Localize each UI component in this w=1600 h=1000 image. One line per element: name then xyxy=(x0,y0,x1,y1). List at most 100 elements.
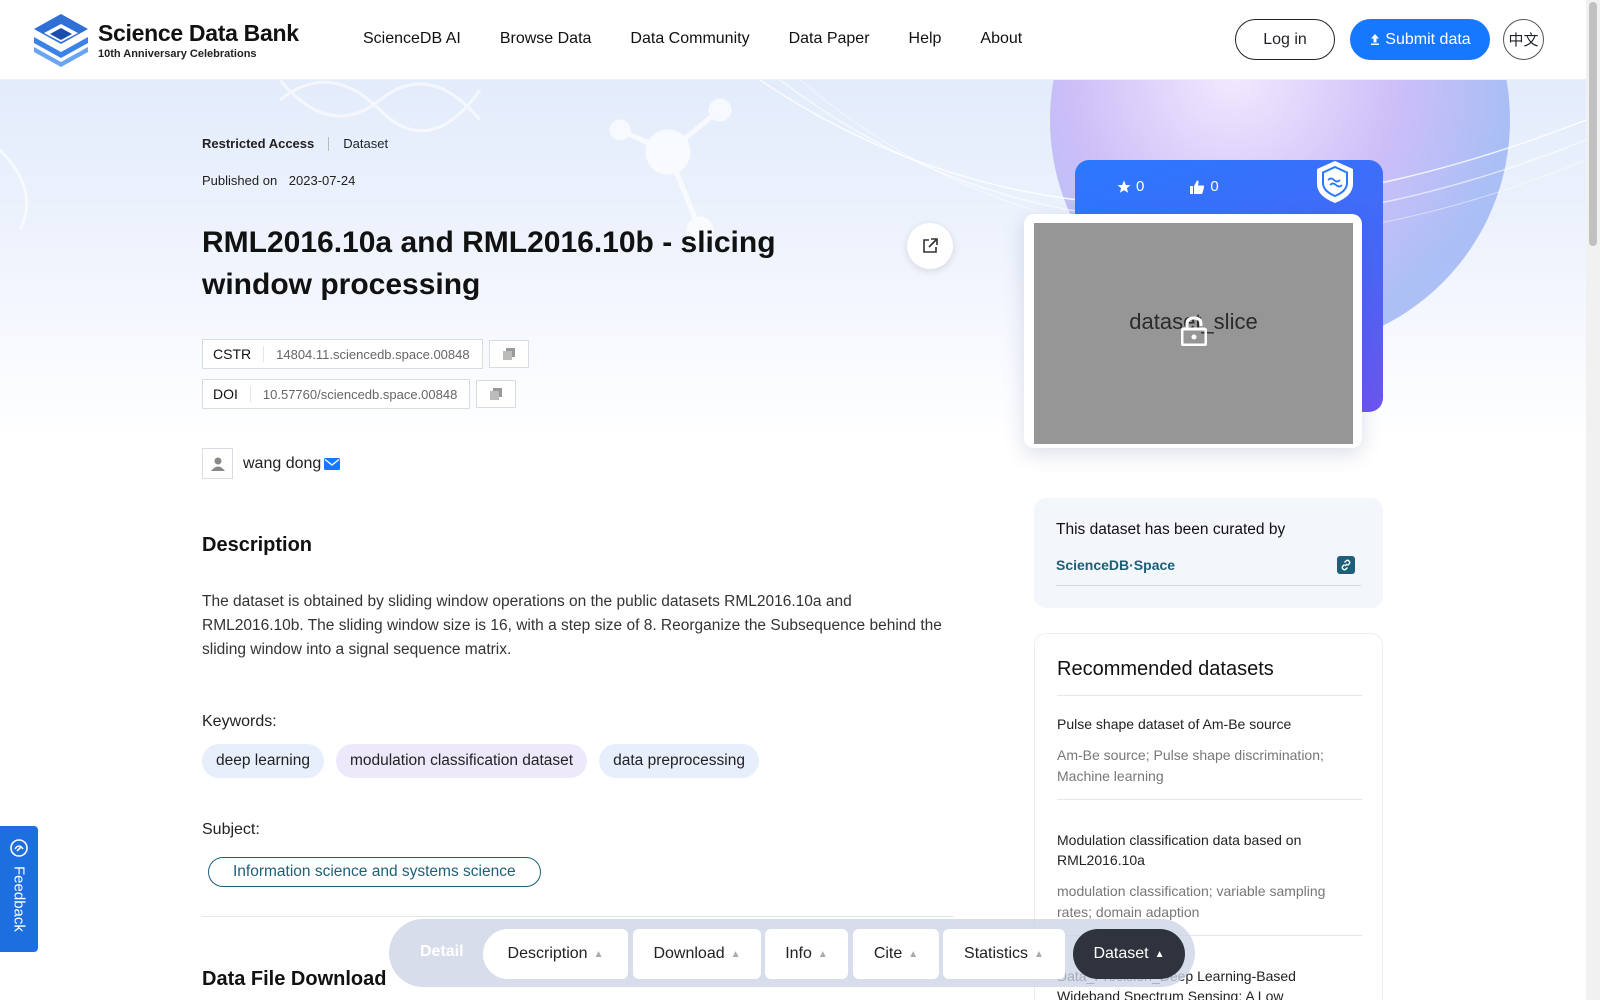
subject-label: Subject: xyxy=(202,821,260,838)
author-name[interactable]: wang dong xyxy=(243,455,321,473)
feedback-label: Feedback xyxy=(10,866,28,932)
mail-icon[interactable] xyxy=(324,457,341,470)
recommended-item-keywords: modulation classification; variable samp… xyxy=(1057,883,1326,920)
keyword-tag[interactable]: deep learning xyxy=(202,744,324,778)
dataset-cover-card[interactable]: dataset_slice xyxy=(1024,214,1362,448)
chevron-up-icon: ▲ xyxy=(908,948,919,960)
description-text: The dataset is obtained by sliding windo… xyxy=(202,593,942,658)
recommended-item[interactable]: Pulse shape dataset of Am-Be source Am-B… xyxy=(1057,714,1362,800)
main-nav: ScienceDB AI Browse Data Data Community … xyxy=(363,30,1022,48)
section-navigation-bar: Detail Description ▲ Download ▲ Info ▲ Cite… xyxy=(389,919,1195,987)
tab-label: Statistics xyxy=(964,945,1029,962)
page-scrollbar[interactable] xyxy=(1586,0,1600,1000)
star-icon xyxy=(1117,180,1131,193)
recommended-divider xyxy=(1057,695,1362,696)
detail-label: Detail xyxy=(420,943,464,960)
cstr-value[interactable]: 14804.11.sciencedb.space.00848 xyxy=(264,347,481,362)
tab-label: Description xyxy=(507,945,588,962)
logo-title: Science Data Bank xyxy=(98,20,299,46)
author-avatar xyxy=(202,448,233,479)
science-data-bank-logo-icon xyxy=(34,14,88,67)
share-button[interactable] xyxy=(907,223,953,269)
feedback-icon xyxy=(10,839,28,857)
copy-icon xyxy=(502,348,515,360)
scrollbar-thumb[interactable] xyxy=(1589,2,1597,246)
doi-row: DOI 10.57760/sciencedb.space.00848 xyxy=(202,379,517,409)
favorite-count[interactable]: 0 xyxy=(1117,178,1144,195)
data-file-download-heading: Data File Download xyxy=(202,968,387,990)
recommended-item-keywords: Am-Be source; Pulse shape discrimination… xyxy=(1057,747,1324,784)
logo-subtitle: 10th Anniversary Celebrations xyxy=(98,48,257,60)
meta-divider xyxy=(328,136,330,151)
tab-description[interactable]: Description ▲ xyxy=(483,929,628,979)
nav-about[interactable]: About xyxy=(980,30,1022,48)
dataset-page: Restricted Access Dataset Published on 2… xyxy=(0,80,1586,1000)
language-switch-button[interactable]: 中文 xyxy=(1503,19,1544,60)
copy-doi-button[interactable] xyxy=(476,380,517,408)
subject-tag[interactable]: Information science and systems science xyxy=(208,857,541,887)
login-button[interactable]: Log in xyxy=(1235,19,1335,60)
access-meta: Restricted Access Dataset xyxy=(202,136,388,151)
chevron-up-icon: ▲ xyxy=(1154,948,1165,960)
tab-download[interactable]: Download ▲ xyxy=(633,929,761,979)
cstr-field: CSTR 14804.11.sciencedb.space.00848 xyxy=(202,339,483,369)
tab-label: Info xyxy=(785,945,812,962)
top-navigation-bar: Science Data Bank 10th Anniversary Celeb… xyxy=(0,0,1586,80)
submit-data-label: Submit data xyxy=(1385,30,1471,48)
doi-label: DOI xyxy=(203,386,251,402)
tab-info[interactable]: Info ▲ xyxy=(765,929,848,979)
nav-help[interactable]: Help xyxy=(909,30,942,48)
keyword-tag[interactable]: modulation classification dataset xyxy=(335,744,588,778)
recommended-item-title[interactable]: Pulse shape dataset of Am-Be source xyxy=(1057,714,1362,734)
keyword-tag[interactable]: data preprocessing xyxy=(599,744,759,778)
copy-cstr-button[interactable] xyxy=(488,340,529,368)
upload-icon xyxy=(1371,34,1380,45)
nav-data-community[interactable]: Data Community xyxy=(630,30,749,48)
keywords-list: deep learning modulation classification … xyxy=(202,744,759,778)
curated-text: This dataset has been curated by xyxy=(1056,521,1286,538)
nav-sciencedb-ai[interactable]: ScienceDB AI xyxy=(363,30,461,48)
curated-source[interactable]: ScienceDB·Space xyxy=(1056,557,1175,573)
external-link-icon xyxy=(923,238,938,253)
nav-data-paper[interactable]: Data Paper xyxy=(789,30,870,48)
cstr-label: CSTR xyxy=(203,346,265,362)
chevron-up-icon: ▲ xyxy=(817,948,828,960)
curated-by-card: This dataset has been curated by Science… xyxy=(1034,498,1383,608)
like-count-value: 0 xyxy=(1210,178,1219,195)
cstr-row: CSTR 14804.11.sciencedb.space.00848 xyxy=(202,339,529,369)
curation-badge-icon xyxy=(1317,161,1353,203)
link-icon xyxy=(1341,559,1351,571)
chevron-up-icon: ▲ xyxy=(593,948,604,960)
dataset-stats: 0 0 xyxy=(1117,178,1219,195)
doi-value[interactable]: 10.57760/sciencedb.space.00848 xyxy=(251,387,469,402)
curated-link-button[interactable] xyxy=(1337,556,1355,574)
dataset-title: RML2016.10a and RML2016.10b - slicing wi… xyxy=(202,226,776,301)
tab-label: Dataset xyxy=(1093,945,1149,962)
access-level: Restricted Access xyxy=(202,136,315,151)
tab-cite[interactable]: Cite ▲ xyxy=(853,929,939,979)
resource-type: Dataset xyxy=(343,136,389,151)
description-heading: Description xyxy=(202,534,313,556)
tab-dataset[interactable]: Dataset ▲ xyxy=(1073,929,1185,979)
thumbs-up-icon xyxy=(1190,180,1205,194)
nav-browse-data[interactable]: Browse Data xyxy=(500,30,592,48)
user-icon xyxy=(210,457,225,471)
favorite-count-value: 0 xyxy=(1136,178,1145,195)
submit-data-button[interactable]: Submit data xyxy=(1350,19,1490,60)
published-label: Published on xyxy=(202,173,278,188)
site-logo[interactable]: Science Data Bank 10th Anniversary Celeb… xyxy=(32,12,299,68)
like-count[interactable]: 0 xyxy=(1190,178,1219,195)
section-divider xyxy=(202,916,954,917)
copy-icon xyxy=(490,388,503,400)
doi-field: DOI 10.57760/sciencedb.space.00848 xyxy=(202,379,471,409)
chevron-up-icon: ▲ xyxy=(1034,948,1044,960)
author-entry: wang dong xyxy=(202,448,341,479)
chevron-up-icon: ▲ xyxy=(730,948,741,960)
tab-statistics[interactable]: Statistics ▲ xyxy=(943,929,1065,979)
feedback-tab[interactable]: Feedback xyxy=(0,826,38,952)
keywords-label: Keywords: xyxy=(202,713,277,730)
dataset-cover-image: dataset_slice xyxy=(1034,223,1353,444)
published-info: Published on 2023-07-24 xyxy=(202,173,355,188)
published-date: 2023-07-24 xyxy=(288,173,356,188)
recommended-item-title[interactable]: Modulation classification data based on … xyxy=(1057,830,1362,870)
